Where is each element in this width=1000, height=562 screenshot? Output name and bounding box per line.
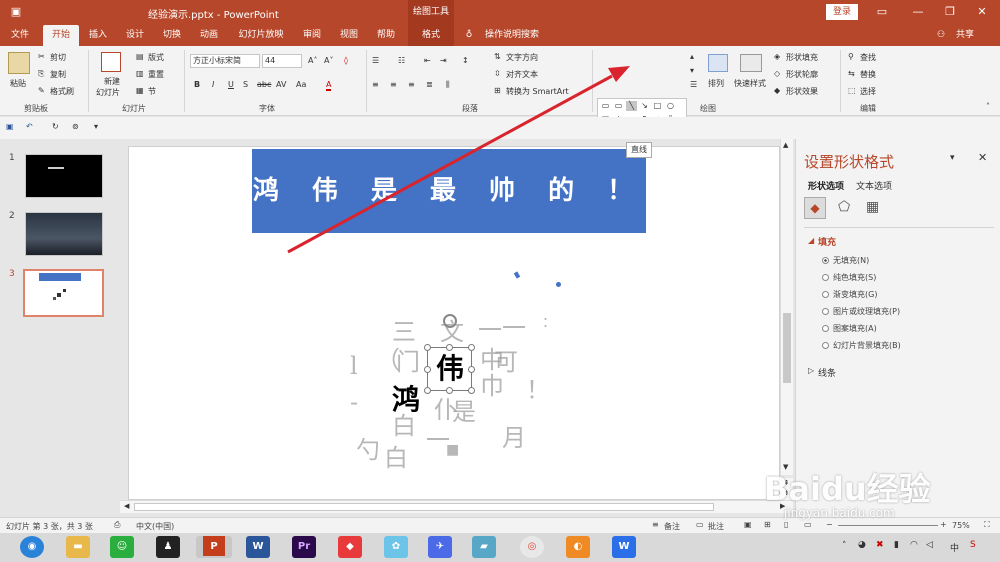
watermark: Baidu经验 jingyan.baidu.com [760,462,1000,522]
zoom-slider[interactable] [838,525,938,526]
fill-option-picture[interactable]: 图片或纹理填充(P) [822,306,900,317]
wechat-icon[interactable]: ☺ [110,536,134,558]
collapse-fill-icon[interactable]: ◢ [808,236,814,245]
scroll-up-icon[interactable]: ▲ [783,141,788,149]
app-icon[interactable]: ◆ [338,536,362,558]
fill-option-background[interactable]: 幻灯片背景填充(B) [822,340,901,351]
wifi-icon[interactable]: ◠ [910,540,918,550]
powerpoint-taskbar-item[interactable]: P [196,536,232,558]
zoom-level[interactable]: 75% [952,521,970,530]
divider [804,227,994,228]
app-icon[interactable]: ▰ [472,536,496,558]
fill-option-solid[interactable]: 纯色填充(S) [822,272,876,283]
tray-icon[interactable]: ◕ [858,540,866,550]
scroll-thumb[interactable] [783,313,791,383]
expand-line-icon[interactable]: ▷ [808,366,814,375]
ime-indicator[interactable]: 中 [950,541,959,554]
taskbar: ◉ ▬ ☺ ♟ P W Pr ◆ ✿ ✈ ▰ ◎ ◐ W ˄ ◕ ✖ ▮ ◠ ◁… [0,533,1000,562]
browser-icon[interactable]: ◉ [20,536,44,558]
tray-icon[interactable]: ✖ [876,540,884,550]
scroll-left-icon[interactable]: ◀ [124,502,129,510]
app-icon[interactable]: ✿ [384,536,408,558]
tray-up-icon[interactable]: ˄ [842,541,847,551]
fill-line-icon[interactable]: ◆ [804,197,826,219]
tooltip: 直线 [626,142,652,158]
arrow-line [287,74,613,254]
comments-button[interactable]: 批注 [708,521,724,532]
spell-check-icon[interactable]: ⎙ [114,520,120,530]
horizontal-scrollbar[interactable]: ◀ ▶ [120,500,793,513]
watermark-url: jingyan.baidu.com [784,506,895,520]
line-section-title[interactable]: 线条 [818,366,836,379]
language-status[interactable]: 中文(中国) [136,521,174,532]
size-properties-icon[interactable]: ▦ [866,199,879,215]
normal-view-icon[interactable]: ▣ [744,520,752,529]
fill-option-pattern[interactable]: 图案填充(A) [822,323,877,334]
word-icon[interactable]: W [246,536,270,558]
app-icon[interactable]: ◐ [566,536,590,558]
qq-icon[interactable]: ♟ [156,536,180,558]
premiere-icon[interactable]: Pr [292,536,316,558]
pane-title: 设置形状格式 [804,153,895,171]
slide-info: 幻灯片 第 3 张，共 3 张 [6,522,93,531]
format-shape-pane: 设置形状格式 ▾ ✕ 形状选项 文本选项 ◆ ⬠ ▦ ◢ 填充 无填充(N) 纯… [795,139,1000,517]
app-icon[interactable]: ✈ [428,536,452,558]
notes-button[interactable]: 备注 [664,521,680,532]
wps-icon[interactable]: W [612,536,636,558]
pane-options-icon[interactable]: ▾ [950,153,955,163]
watermark-brand: Baidu经验 [764,470,931,508]
hscroll-thumb[interactable] [134,503,714,511]
comments-icon: ▭ [696,520,704,529]
fill-section-title[interactable]: 填充 [818,235,836,248]
arrow-head [608,66,630,82]
vertical-scrollbar[interactable]: ▲ ▼ [780,139,793,475]
fill-option-gradient[interactable]: 渐变填充(G) [822,289,877,300]
fill-option-none[interactable]: 无填充(N) [822,255,869,266]
tab-shape-options[interactable]: 形状选项 [808,179,844,192]
sogou-icon[interactable]: S [970,540,976,550]
chrome-icon[interactable]: ◎ [520,536,544,558]
tray-icon[interactable]: ▮ [894,540,899,550]
pane-close-icon[interactable]: ✕ [978,151,987,164]
file-explorer-icon[interactable]: ▬ [66,536,90,558]
effects-icon[interactable]: ⬠ [838,199,850,215]
notes-icon: ≡ [652,520,659,529]
tab-text-options[interactable]: 文本选项 [856,179,892,192]
volume-icon[interactable]: ◁ [926,540,933,550]
